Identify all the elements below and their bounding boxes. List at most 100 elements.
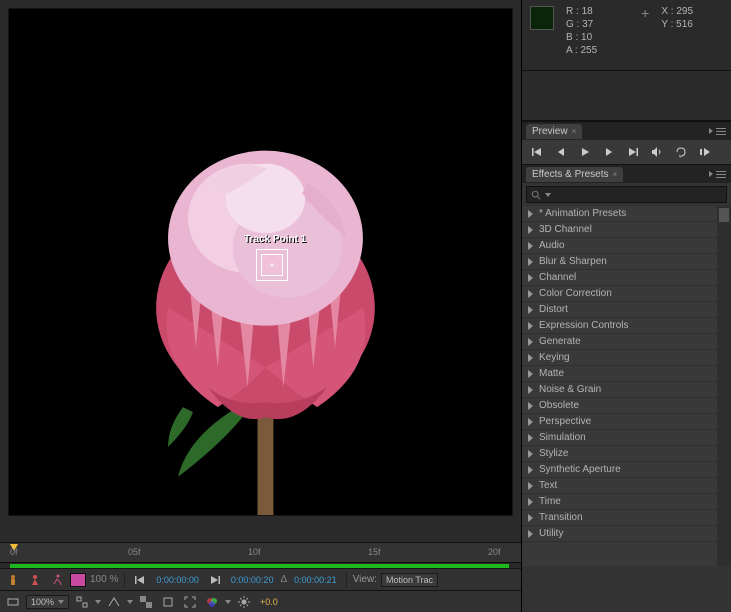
twisty-icon[interactable]	[528, 482, 533, 490]
resolution-icon[interactable]	[73, 594, 91, 610]
color-swatch[interactable]	[70, 573, 86, 587]
go-to-current-button[interactable]	[206, 572, 224, 588]
twisty-icon[interactable]	[528, 434, 533, 442]
twisty-icon[interactable]	[528, 322, 533, 330]
go-to-start-button[interactable]	[131, 572, 149, 588]
viewer-footer-row: 100% +0.0	[0, 590, 521, 612]
exposure-value[interactable]: +0.0	[257, 597, 281, 607]
effects-category-row[interactable]: Channel	[522, 270, 731, 286]
twisty-icon[interactable]	[528, 354, 533, 362]
twisty-icon[interactable]	[528, 514, 533, 522]
effects-category-row[interactable]: Blur & Sharpen	[522, 254, 731, 270]
ram-preview-button[interactable]	[696, 144, 714, 160]
twisty-icon[interactable]	[528, 210, 533, 218]
tracker-runner-icon[interactable]	[48, 572, 66, 588]
zoom-percent[interactable]: 100 %	[90, 574, 118, 585]
effects-category-row[interactable]: Keying	[522, 350, 731, 366]
scrollbar[interactable]	[717, 206, 731, 566]
composition-viewport[interactable]: Track Point 1 +	[8, 8, 513, 516]
tracker-person-icon[interactable]	[4, 572, 22, 588]
transparency-grid-icon[interactable]	[137, 594, 155, 610]
timecode-start[interactable]: 0:00:00:00	[153, 575, 202, 585]
category-label: Channel	[539, 272, 725, 283]
twisty-icon[interactable]	[528, 530, 533, 538]
panel-menu-button[interactable]	[709, 168, 727, 180]
always-preview-toggle[interactable]	[4, 594, 22, 610]
effects-category-row[interactable]: Time	[522, 494, 731, 510]
effects-category-row[interactable]: Perspective	[522, 414, 731, 430]
time-ruler[interactable]: 0f 05f 10f 15f 20f	[0, 542, 521, 562]
x-value: 295	[676, 6, 693, 17]
next-frame-button[interactable]	[600, 144, 618, 160]
magnification-dropdown[interactable]: 100%	[26, 595, 69, 609]
effects-category-row[interactable]: 3D Channel	[522, 222, 731, 238]
category-label: Synthetic Aperture	[539, 464, 725, 475]
prev-frame-button[interactable]	[552, 144, 570, 160]
close-icon[interactable]: ×	[572, 127, 577, 136]
effects-search[interactable]	[526, 186, 727, 203]
viewport-area: Track Point 1 +	[0, 0, 521, 542]
effects-category-row[interactable]: * Animation Presets	[522, 206, 731, 222]
reset-exposure-icon[interactable]	[235, 594, 253, 610]
view-mode-dropdown[interactable]: Motion Trac	[381, 573, 438, 587]
twisty-icon[interactable]	[528, 386, 533, 394]
effects-category-list[interactable]: * Animation Presets3D ChannelAudioBlur &…	[522, 206, 731, 566]
play-button[interactable]	[576, 144, 594, 160]
effects-category-row[interactable]: Expression Controls	[522, 318, 731, 334]
effects-category-row[interactable]: Utility	[522, 526, 731, 542]
category-label: Generate	[539, 336, 725, 347]
twisty-icon[interactable]	[528, 402, 533, 410]
twisty-icon[interactable]	[528, 450, 533, 458]
channel-icon[interactable]	[203, 594, 221, 610]
effects-category-row[interactable]: Text	[522, 478, 731, 494]
effects-category-row[interactable]: Noise & Grain	[522, 382, 731, 398]
effects-category-row[interactable]: Synthetic Aperture	[522, 462, 731, 478]
g-label: G :	[566, 19, 579, 30]
category-label: Time	[539, 496, 725, 507]
track-search-region[interactable]: +	[256, 249, 288, 281]
panel-menu-button[interactable]	[709, 125, 727, 137]
work-area-bar[interactable]	[0, 562, 521, 568]
effects-category-row[interactable]: Matte	[522, 366, 731, 382]
twisty-icon[interactable]	[528, 466, 533, 474]
track-point-overlay[interactable]: Track Point 1 +	[244, 234, 304, 281]
effects-category-row[interactable]: Simulation	[522, 430, 731, 446]
effects-tab[interactable]: Effects & Presets ×	[526, 167, 623, 182]
twisty-icon[interactable]	[528, 370, 533, 378]
effects-category-row[interactable]: Generate	[522, 334, 731, 350]
timecode-current[interactable]: 0:00:00:20	[228, 575, 277, 585]
effects-category-row[interactable]: Obsolete	[522, 398, 731, 414]
loop-button[interactable]	[672, 144, 690, 160]
mask-toggle-icon[interactable]	[159, 594, 177, 610]
tracker-figure-icon[interactable]	[26, 572, 44, 588]
category-label: Color Correction	[539, 288, 725, 299]
fast-preview-icon[interactable]	[105, 594, 123, 610]
x-label: X :	[661, 6, 673, 17]
close-icon[interactable]: ×	[613, 170, 618, 179]
effects-search-input[interactable]	[555, 189, 722, 200]
preview-tab[interactable]: Preview ×	[526, 124, 582, 139]
region-of-interest-icon[interactable]	[181, 594, 199, 610]
track-feature-region[interactable]: +	[261, 254, 283, 276]
twisty-icon[interactable]	[528, 306, 533, 314]
mute-audio-button[interactable]	[648, 144, 666, 160]
preview-tab-label: Preview	[532, 126, 568, 137]
timecode-duration[interactable]: 0:00:00:21	[291, 575, 340, 585]
category-label: Utility	[539, 528, 725, 539]
twisty-icon[interactable]	[528, 418, 533, 426]
effects-category-row[interactable]: Color Correction	[522, 286, 731, 302]
effects-category-row[interactable]: Stylize	[522, 446, 731, 462]
twisty-icon[interactable]	[528, 242, 533, 250]
first-frame-button[interactable]	[528, 144, 546, 160]
twisty-icon[interactable]	[528, 258, 533, 266]
twisty-icon[interactable]	[528, 274, 533, 282]
effects-category-row[interactable]: Distort	[522, 302, 731, 318]
twisty-icon[interactable]	[528, 498, 533, 506]
twisty-icon[interactable]	[528, 226, 533, 234]
twisty-icon[interactable]	[528, 290, 533, 298]
last-frame-button[interactable]	[624, 144, 642, 160]
effects-category-row[interactable]: Audio	[522, 238, 731, 254]
twisty-icon[interactable]	[528, 338, 533, 346]
effects-category-row[interactable]: Transition	[522, 510, 731, 526]
track-attach-point[interactable]: +	[269, 261, 274, 270]
